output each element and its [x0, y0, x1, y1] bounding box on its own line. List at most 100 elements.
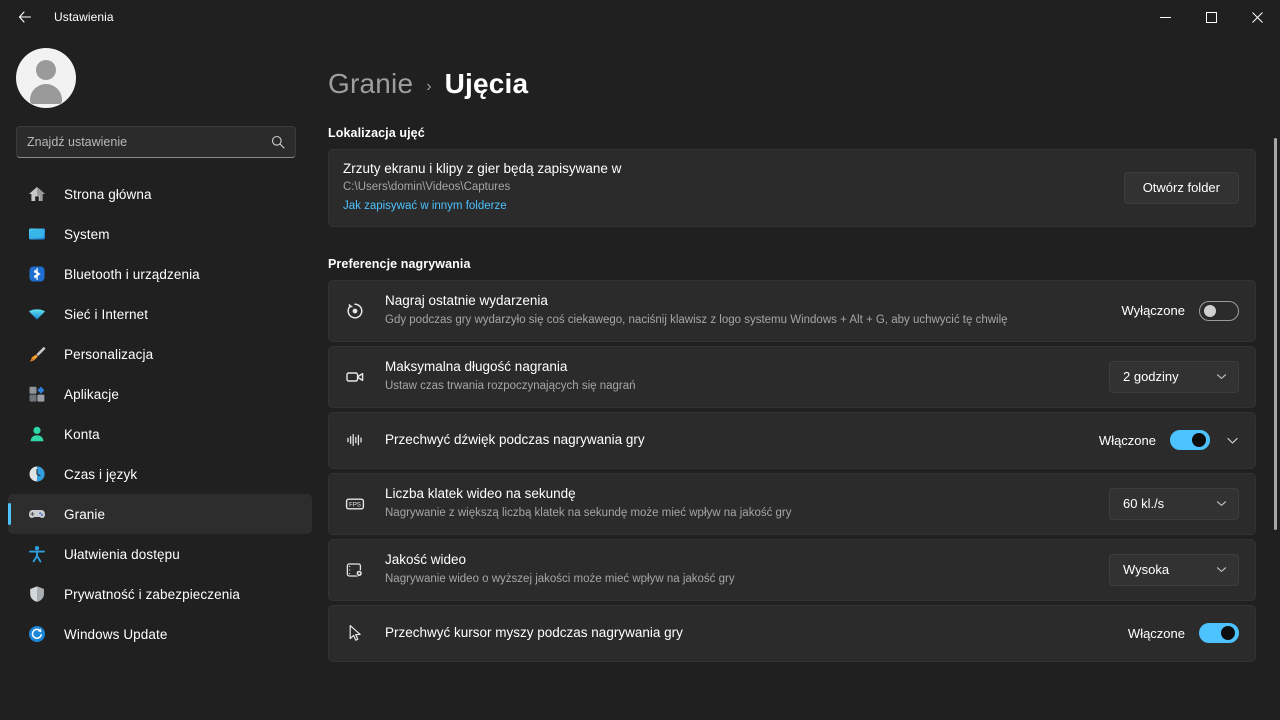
search-icon[interactable] [271, 135, 285, 149]
home-icon [26, 183, 48, 205]
apps-icon [26, 383, 48, 405]
mouse-cursor-icon [343, 621, 367, 645]
avatar-container[interactable] [0, 34, 320, 108]
section-title-location: Lokalizacja ujęć [328, 126, 1256, 140]
sidebar-item-prywatnosc[interactable]: Prywatność i zabezpieczenia [8, 574, 312, 614]
row-capture-audio-text: Przechwyć dźwięk podczas nagrywania gry [385, 431, 1099, 449]
back-button[interactable] [8, 2, 42, 32]
sidebar-item-label: Bluetooth i urządzenia [64, 267, 200, 282]
sidebar-item-personalizacja[interactable]: Personalizacja [8, 334, 312, 374]
toggle-knob [1221, 626, 1235, 640]
expand-chevron-icon[interactable] [1226, 434, 1239, 447]
capture-cursor-toggle[interactable] [1199, 623, 1239, 643]
sidebar-item-bluetooth[interactable]: Bluetooth i urządzenia [8, 254, 312, 294]
row-capture-cursor-text: Przechwyć kursor myszy podczas nagrywani… [385, 624, 1128, 642]
sidebar-item-aplikacje[interactable]: Aplikacje [8, 374, 312, 414]
breadcrumb: Granie › Ujęcia [328, 68, 1256, 100]
sidebar-item-granie[interactable]: Granie [8, 494, 312, 534]
capture-location-text: Zrzuty ekranu i klipy z gier będą zapisy… [343, 160, 1124, 216]
sidebar-item-konta[interactable]: Konta [8, 414, 312, 454]
video-camera-icon [343, 365, 367, 389]
row-subtitle: Nagrywanie wideo o wyższej jakości może … [385, 571, 1109, 588]
search-input[interactable] [27, 135, 267, 149]
sidebar-item-strona-glowna[interactable]: Strona główna [8, 174, 312, 214]
row-controls: Włączone [1099, 430, 1239, 450]
row-title: Nagraj ostatnie wydarzenia [385, 292, 1122, 310]
page-title: Ujęcia [445, 68, 529, 100]
maximize-icon [1206, 12, 1217, 23]
open-folder-button[interactable]: Otwórz folder [1124, 172, 1239, 204]
shield-icon [26, 583, 48, 605]
title-bar: Ustawienia [0, 0, 1280, 34]
scrollbar-thumb[interactable] [1274, 138, 1277, 530]
video-quality-icon [343, 558, 367, 582]
dropdown-value: 2 godziny [1123, 369, 1179, 384]
video-fps-dropdown[interactable]: 60 kl./s [1109, 488, 1239, 520]
row-record-last-text: Nagraj ostatnie wydarzenia Gdy podczas g… [385, 292, 1122, 328]
sidebar-item-label: Sieć i Internet [64, 307, 148, 322]
maximize-button[interactable] [1188, 0, 1234, 34]
max-length-dropdown[interactable]: 2 godziny [1109, 361, 1239, 393]
sidebar-item-label: Prywatność i zabezpieczenia [64, 587, 240, 602]
sidebar-nav: Strona główna System [0, 168, 320, 720]
close-icon [1252, 12, 1263, 23]
toggle-knob [1192, 433, 1206, 447]
sidebar-item-label: Strona główna [64, 187, 152, 202]
row-subtitle: Nagrywanie z większą liczbą klatek na se… [385, 505, 1109, 522]
settings-window: Ustawienia [0, 0, 1280, 720]
toggle-state-label: Włączone [1128, 626, 1185, 641]
minimize-icon [1160, 12, 1171, 23]
row-video-quality-text: Jakość wideo Nagrywanie wideo o wyższej … [385, 551, 1109, 587]
chevron-down-icon [1216, 564, 1227, 575]
minimize-button[interactable] [1142, 0, 1188, 34]
sidebar-item-label: Personalizacja [64, 347, 153, 362]
chevron-down-icon [1216, 371, 1227, 382]
search-box[interactable] [16, 126, 296, 158]
toggle-state-label: Wyłączone [1122, 303, 1185, 318]
brush-icon [26, 343, 48, 365]
chevron-down-icon [1216, 498, 1227, 509]
video-quality-dropdown[interactable]: Wysoka [1109, 554, 1239, 586]
row-controls: Wyłączone [1122, 301, 1239, 321]
toggle-state-label: Włączone [1099, 433, 1156, 448]
sidebar-item-label: Ułatwienia dostępu [64, 547, 180, 562]
sidebar-item-windows-update[interactable]: Windows Update [8, 614, 312, 654]
avatar[interactable] [16, 48, 76, 108]
sidebar-item-label: System [64, 227, 110, 242]
clock-icon [26, 463, 48, 485]
row-title: Maksymalna długość nagrania [385, 358, 1109, 376]
capture-location-path: C:\Users\domin\Videos\Captures [343, 179, 1124, 196]
toggle-knob [1204, 305, 1216, 317]
row-controls: Włączone [1128, 623, 1239, 643]
capture-audio-toggle[interactable] [1170, 430, 1210, 450]
system-icon [26, 223, 48, 245]
search-container [0, 108, 320, 168]
row-subtitle: Gdy podczas gry wydarzyło się coś ciekaw… [385, 312, 1122, 329]
row-title: Przechwyć kursor myszy podczas nagrywani… [385, 624, 1128, 642]
row-subtitle: Ustaw czas trwania rozpoczynających się … [385, 378, 1109, 395]
capture-location-link[interactable]: Jak zapisywać w innym folderze [343, 198, 507, 215]
row-title: Liczba klatek wideo na sekundę [385, 485, 1109, 503]
sidebar-item-label: Windows Update [64, 627, 167, 642]
row-record-last-events: Nagraj ostatnie wydarzenia Gdy podczas g… [328, 280, 1256, 342]
sidebar-item-label: Granie [64, 507, 105, 522]
breadcrumb-parent[interactable]: Granie [328, 68, 413, 100]
sidebar-item-ulatwienia-dostepu[interactable]: Ułatwienia dostępu [8, 534, 312, 574]
row-title: Jakość wideo [385, 551, 1109, 569]
sidebar-item-czas-jezyk[interactable]: Czas i język [8, 454, 312, 494]
row-video-fps-text: Liczba klatek wideo na sekundę Nagrywani… [385, 485, 1109, 521]
avatar-body [30, 84, 62, 104]
update-icon [26, 623, 48, 645]
accounts-icon [26, 423, 48, 445]
bluetooth-icon [26, 263, 48, 285]
record-last-toggle[interactable] [1199, 301, 1239, 321]
sidebar-item-label: Konta [64, 427, 100, 442]
row-controls: 2 godziny [1109, 361, 1239, 393]
record-last-icon [343, 299, 367, 323]
capture-location-title: Zrzuty ekranu i klipy z gier będą zapisy… [343, 160, 1124, 178]
close-button[interactable] [1234, 0, 1280, 34]
row-max-length-text: Maksymalna długość nagrania Ustaw czas t… [385, 358, 1109, 394]
fps-icon: FPS [343, 492, 367, 516]
sidebar-item-system[interactable]: System [8, 214, 312, 254]
sidebar-item-siec-internet[interactable]: Sieć i Internet [8, 294, 312, 334]
